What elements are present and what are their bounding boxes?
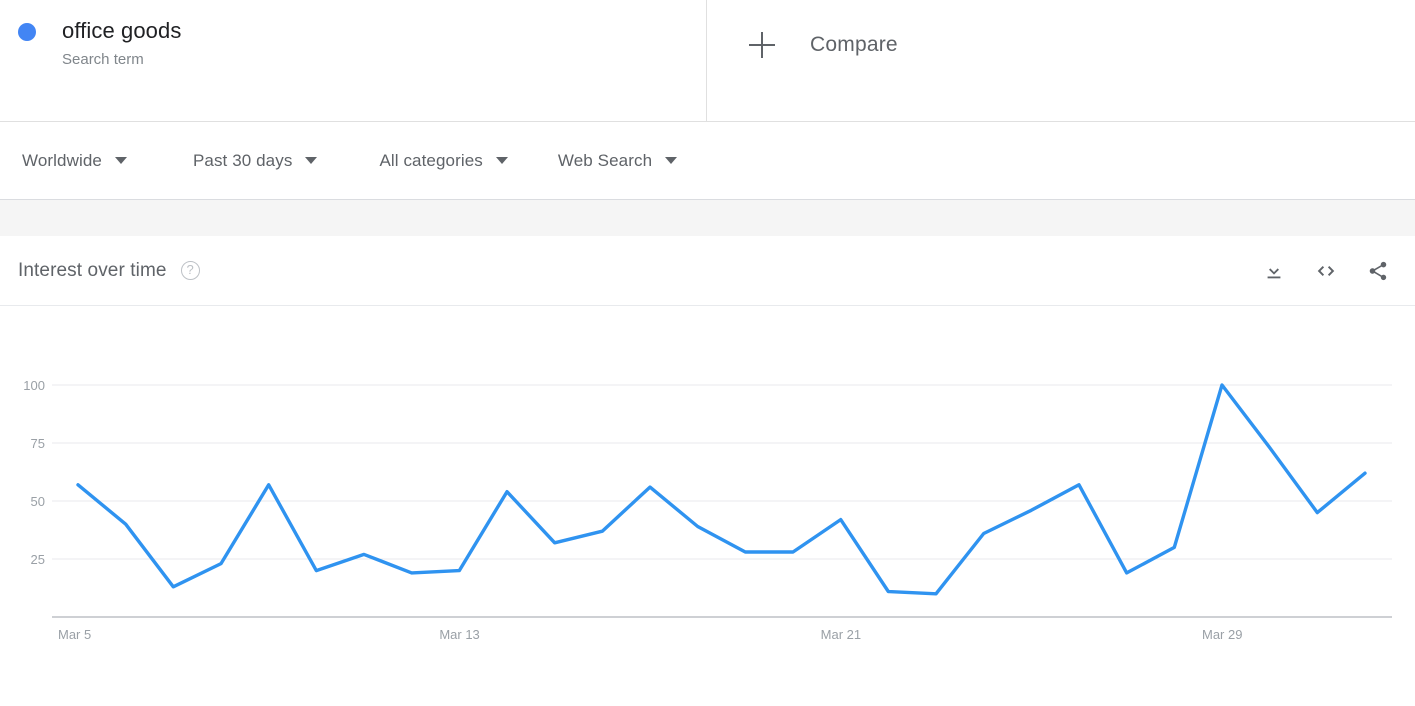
chart-title: Interest over time (18, 259, 167, 281)
add-comparison-button[interactable]: Compare (749, 32, 898, 58)
search-term-title: office goods (62, 18, 182, 43)
filter-category-label: All categories (379, 150, 483, 170)
x-axis-tick-label: Mar 13 (439, 627, 479, 642)
y-axis-tick-label: 25 (31, 552, 45, 567)
filter-search-type-label: Web Search (557, 150, 653, 170)
embed-code-icon[interactable] (1313, 258, 1339, 284)
x-axis-tick-label: Mar 5 (58, 627, 91, 642)
search-term-subtitle: Search term (62, 51, 144, 68)
filter-bar: Worldwide Past 30 days All categories We… (0, 122, 1415, 199)
x-axis-tick-label: Mar 29 (1202, 627, 1242, 642)
chart-plot-area[interactable]: 100 75 50 25 Mar 5 Mar 13 Mar 21 Mar 29 (0, 306, 1415, 706)
y-axis-tick-label: 50 (31, 494, 45, 509)
chevron-down-icon (305, 157, 318, 164)
filter-time-range[interactable]: Past 30 days (192, 150, 318, 171)
interest-over-time-line-chart[interactable]: 100 75 50 25 Mar 5 Mar 13 Mar 21 Mar 29 (0, 306, 1415, 706)
download-icon[interactable] (1261, 258, 1287, 284)
chart-header: Interest over time ? (0, 236, 1415, 306)
plus-icon (749, 32, 775, 58)
y-axis-tick-label: 75 (31, 436, 45, 451)
y-axis-tick-label: 100 (23, 378, 45, 393)
search-term-bar: office goods Search term Compare (0, 0, 1415, 122)
chevron-down-icon (665, 157, 678, 164)
compare-cell: Compare (707, 0, 1415, 121)
help-icon[interactable]: ? (180, 261, 200, 280)
filter-search-type[interactable]: Web Search (557, 150, 678, 171)
compare-label: Compare (810, 33, 898, 56)
filter-location[interactable]: Worldwide (22, 151, 127, 171)
series-color-dot (18, 23, 36, 41)
share-icon[interactable] (1365, 258, 1391, 284)
filter-category[interactable]: All categories (379, 150, 508, 171)
chevron-down-icon (495, 157, 508, 164)
filter-location-label: Worldwide (22, 150, 102, 170)
section-separator (0, 199, 1415, 236)
filter-time-range-label: Past 30 days (192, 150, 293, 170)
search-term-card[interactable]: office goods Search term (0, 0, 707, 121)
interest-over-time-card: Interest over time ? 100 75 50 25 Mar 5 Mar 1… (0, 236, 1415, 706)
trend-line-office-goods[interactable] (76, 383, 1367, 596)
chevron-down-icon (114, 157, 127, 164)
x-axis-tick-label: Mar 21 (821, 627, 861, 642)
